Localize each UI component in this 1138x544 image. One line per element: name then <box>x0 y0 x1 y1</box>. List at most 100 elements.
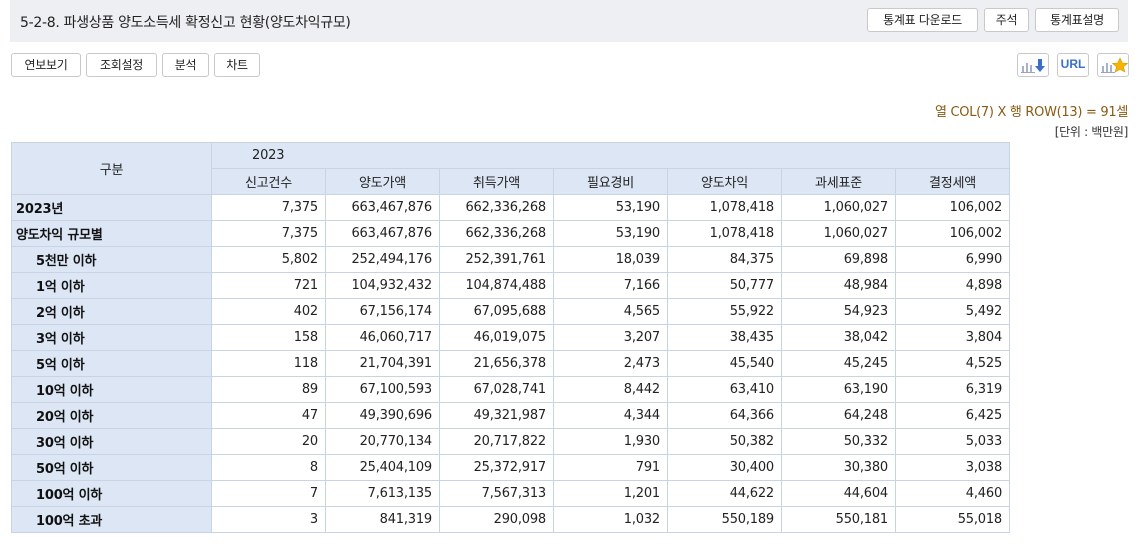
table-cell: 104,874,488 <box>439 272 554 299</box>
table-cell: 104,932,432 <box>325 272 440 299</box>
table-cell: 8,442 <box>553 376 668 403</box>
table-row: 20억 이하 47 49,390,696 49,321,987 4,344 64,366 6… <box>11 402 1011 429</box>
table-cell: 8 <box>211 454 326 481</box>
row-label: 1억 이하 <box>11 272 212 299</box>
row-label: 2023년 <box>11 194 212 221</box>
favorite-button[interactable] <box>1097 53 1129 77</box>
table-cell: 63,410 <box>667 376 782 403</box>
table-cell: 55,922 <box>667 298 782 325</box>
table-cell: 67,156,174 <box>325 298 440 325</box>
table-row: 2억 이하 402 67,156,174 67,095,688 4,565 55,922 5… <box>11 298 1011 325</box>
url-button[interactable]: URL <box>1057 53 1089 77</box>
table-cell: 49,390,696 <box>325 402 440 429</box>
notes-button[interactable]: 주석 <box>984 8 1029 32</box>
table-cell: 4,565 <box>553 298 668 325</box>
table-cell: 25,404,109 <box>325 454 440 481</box>
table-cell: 6,990 <box>894 246 1011 273</box>
chart-button[interactable]: 차트 <box>214 53 260 77</box>
row-label: 50억 이하 <box>11 454 212 481</box>
column-header: 신고건수 <box>211 168 326 195</box>
table-cell: 67,028,741 <box>439 376 554 403</box>
table-cell: 44,604 <box>781 480 896 507</box>
table-cell: 1,078,418 <box>667 194 782 221</box>
table-row: 양도차익 규모별 7,375 663,467,876 662,336,268 53,19… <box>11 220 1011 247</box>
table-cell: 44,622 <box>667 480 782 507</box>
table-cell: 53,190 <box>553 194 668 221</box>
row-label: 100억 이하 <box>11 480 212 507</box>
column-header: 양도차익 <box>667 168 782 195</box>
column-header: 양도가액 <box>325 168 440 195</box>
analysis-button[interactable]: 분석 <box>162 53 209 77</box>
row-label: 5천만 이하 <box>11 246 212 273</box>
table-row: 1억 이하 721 104,932,432 104,874,488 7,166 50,77… <box>11 272 1011 299</box>
table-cell: 50,332 <box>781 428 896 455</box>
table-cell: 67,100,593 <box>325 376 440 403</box>
row-label: 10억 이하 <box>11 376 212 403</box>
table-cell: 290,098 <box>439 506 554 533</box>
statistics-table: 구분 2023 신고건수 양도가액 취득가액 필요경비 양도차익 과세표준 결정세액 202… <box>11 142 1011 533</box>
download-chart-button[interactable] <box>1017 53 1049 77</box>
table-cell: 69,898 <box>781 246 896 273</box>
table-description-button[interactable]: 통계표설명 <box>1035 8 1119 32</box>
table-cell: 38,435 <box>667 324 782 351</box>
table-row: 100억 이하 7 7,613,135 7,567,313 1,201 44,622 44,… <box>11 480 1011 507</box>
url-link-icon: URL <box>1060 57 1086 71</box>
table-cell: 402 <box>211 298 326 325</box>
category-header: 구분 <box>11 142 212 195</box>
row-label: 20억 이하 <box>11 402 212 429</box>
cell-count-info: 열 COL(7) X 행 ROW(13) = 91셀 <box>935 105 1128 120</box>
row-label: 3억 이하 <box>11 324 212 351</box>
table-cell: 4,898 <box>894 272 1011 299</box>
table-cell: 48,984 <box>781 272 896 299</box>
table-cell: 63,190 <box>781 376 896 403</box>
table-cell: 46,060,717 <box>325 324 440 351</box>
table-cell: 84,375 <box>667 246 782 273</box>
query-settings-button[interactable]: 조회설정 <box>86 53 157 77</box>
table-cell: 67,095,688 <box>439 298 554 325</box>
table-cell: 1,201 <box>553 480 668 507</box>
table-cell: 49,321,987 <box>439 402 554 429</box>
table-cell: 30,400 <box>667 454 782 481</box>
table-cell: 46,019,075 <box>439 324 554 351</box>
table-cell: 25,372,917 <box>439 454 554 481</box>
table-cell: 53,190 <box>553 220 668 247</box>
table-cell: 4,344 <box>553 402 668 429</box>
table-cell: 662,336,268 <box>439 194 554 221</box>
table-cell: 2,473 <box>553 350 668 377</box>
table-cell: 791 <box>553 454 668 481</box>
table-cell: 7,613,135 <box>325 480 440 507</box>
table-cell: 89 <box>211 376 326 403</box>
table-cell: 64,366 <box>667 402 782 429</box>
table-cell: 7 <box>211 480 326 507</box>
table-cell: 106,002 <box>894 194 1011 221</box>
chart-star-icon <box>1101 57 1129 73</box>
row-label: 양도차익 규모별 <box>11 220 212 247</box>
table-row: 5천만 이하 5,802 252,494,176 252,391,761 18,039 8… <box>11 246 1011 273</box>
table-cell: 54,923 <box>781 298 896 325</box>
title-bar: 5-2-8. 파생상품 양도소득세 확정신고 현황(양도차익규모) 통계표 다운… <box>10 0 1128 42</box>
yearly-view-button[interactable]: 연보보기 <box>11 53 81 77</box>
table-cell: 20,717,822 <box>439 428 554 455</box>
table-cell: 7,567,313 <box>439 480 554 507</box>
table-cell: 1,078,418 <box>667 220 782 247</box>
table-cell: 7,375 <box>211 220 326 247</box>
table-cell: 3,207 <box>553 324 668 351</box>
table-cell: 106,002 <box>894 220 1011 247</box>
page-title: 5-2-8. 파생상품 양도소득세 확정신고 현황(양도차익규모) <box>20 15 351 31</box>
table-cell: 18,039 <box>553 246 668 273</box>
table-cell: 5,033 <box>894 428 1011 455</box>
table-cell: 662,336,268 <box>439 220 554 247</box>
table-cell: 252,391,761 <box>439 246 554 273</box>
table-row: 100억 초과 3 841,319 290,098 1,032 550,189 550,18… <box>11 506 1011 533</box>
column-header: 과세표준 <box>781 168 896 195</box>
table-cell: 1,032 <box>553 506 668 533</box>
year-header: 2023 <box>210 142 1011 169</box>
table-row: 2023년 7,375 663,467,876 662,336,268 53,190 1,… <box>11 194 1011 221</box>
table-cell: 4,460 <box>894 480 1011 507</box>
column-header: 필요경비 <box>553 168 668 195</box>
download-table-button[interactable]: 통계표 다운로드 <box>867 8 978 32</box>
row-label: 100억 초과 <box>11 506 212 533</box>
table-cell: 1,930 <box>553 428 668 455</box>
table-cell: 20,770,134 <box>325 428 440 455</box>
table-body: 2023년 7,375 663,467,876 662,336,268 53,190 1,… <box>11 194 1011 533</box>
